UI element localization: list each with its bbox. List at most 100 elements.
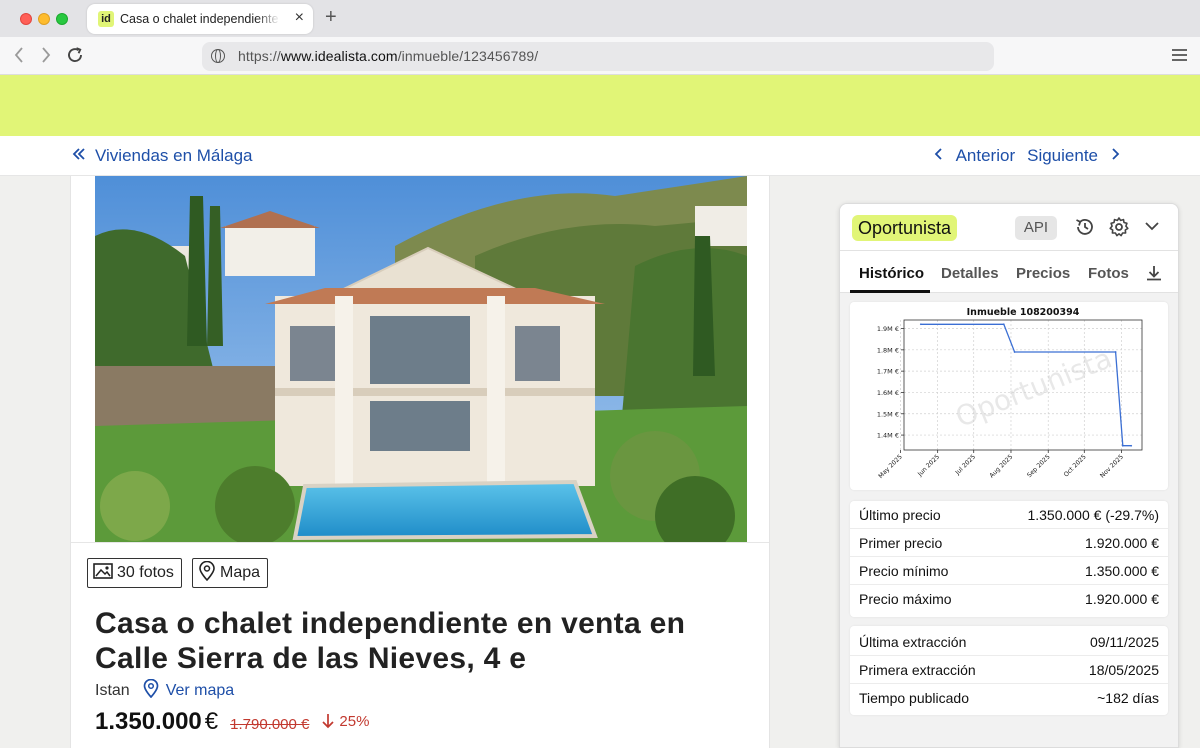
browser-toolbar: https://www.idealista.com/inmueble/12345… — [0, 37, 1200, 75]
chart-title: Inmueble 108200394 — [967, 307, 1080, 318]
price-summary-card: Último precio 1.350.000 € (-29.7%) Prime… — [850, 501, 1168, 617]
extraction-row-published: Tiempo publicado ~182 días — [850, 684, 1168, 712]
back-to-search-link[interactable]: Viviendas en Málaga — [72, 146, 253, 166]
arrow-down-icon — [322, 714, 334, 729]
history-icon[interactable] — [1074, 216, 1096, 243]
price-point — [1130, 444, 1133, 447]
price-history-chart: Inmueble 108200394 Oportunista 1.4M € 1.5M … — [850, 302, 1168, 490]
chevron-left-icon[interactable] — [934, 146, 944, 166]
x-tick-label: Nov 2025 — [1099, 453, 1125, 479]
api-button[interactable]: API — [1015, 216, 1057, 240]
price-row: 1.350.000 € 1.790.000 € 25% — [95, 708, 369, 736]
town-label: Istan — [95, 682, 130, 699]
hamburger-menu-icon[interactable] — [1172, 49, 1187, 61]
map-pin-icon — [198, 560, 216, 586]
browser-tab[interactable]: id Casa o chalet independiente en venta … — [87, 4, 313, 34]
forward-arrow-icon[interactable] — [40, 46, 52, 67]
listing-navigation: Viviendas en Málaga Anterior Siguiente — [0, 136, 1200, 176]
price-history-chart-svg: Inmueble 108200394 Oportunista 1.4M € 1.5M … — [877, 307, 1143, 480]
previous-price: 1.790.000 € — [230, 716, 310, 733]
panel-tabs: Histórico Detalles Precios Fotos — [840, 251, 1178, 293]
extraction-row-first: Primera extracción 18/05/2025 — [850, 656, 1168, 684]
y-tick-label: 1.5M € — [877, 410, 899, 418]
summary-row-last-price: Último precio 1.350.000 € (-29.7%) — [850, 501, 1168, 529]
extraction-value: ~182 días — [1097, 690, 1159, 706]
tab-precios[interactable]: Precios — [1016, 265, 1070, 282]
extraction-label: Primera extracción — [859, 662, 976, 678]
summary-label: Último precio — [859, 507, 941, 523]
x-tick-label: Sep 2025 — [1026, 453, 1052, 479]
y-tick-label: 1.7M € — [877, 368, 899, 376]
photos-button[interactable]: 30 fotos — [87, 558, 182, 588]
panel-header: Oportunista API — [840, 204, 1178, 251]
extraction-label: Tiempo publicado — [859, 690, 969, 706]
y-tick-label: 1.8M € — [877, 346, 899, 354]
download-icon[interactable] — [1145, 264, 1163, 287]
extraction-info-card: Última extracción 09/11/2025 Primera ext… — [850, 626, 1168, 715]
x-tick-label: Aug 2025 — [988, 453, 1014, 479]
zoom-window-button[interactable] — [56, 13, 68, 25]
extraction-label: Última extracción — [859, 634, 967, 650]
extraction-value: 18/05/2025 — [1088, 662, 1159, 678]
map-button[interactable]: Mapa — [192, 558, 269, 588]
url-text[interactable]: https://www.idealista.com/inmueble/12345… — [238, 48, 538, 64]
y-tick-label: 1.4M € — [877, 432, 899, 440]
price-point — [1013, 351, 1016, 353]
summary-label: Precio máximo — [859, 591, 952, 607]
price-point — [1114, 351, 1117, 353]
reload-icon[interactable] — [66, 46, 84, 68]
tab-title: Casa o chalet independiente en venta en … — [120, 12, 280, 26]
gear-icon[interactable] — [1108, 216, 1130, 243]
see-map-link[interactable]: Ver mapa — [166, 682, 234, 700]
address-bar[interactable]: https://www.idealista.com/inmueble/12345… — [202, 42, 994, 71]
globe-icon — [211, 49, 225, 63]
summary-value: 1.350.000 € (-29.7%) — [1027, 507, 1159, 523]
divider — [71, 542, 769, 543]
tab-fotos[interactable]: Fotos — [1088, 265, 1129, 282]
property-main-photo[interactable] — [95, 176, 747, 542]
brand-logo: Oportunista — [852, 215, 958, 241]
close-window-button[interactable] — [20, 13, 32, 25]
price-point — [1121, 444, 1124, 447]
chevron-right-icon[interactable] — [1110, 146, 1120, 166]
listing-title: Casa o chalet independiente en venta en … — [95, 607, 686, 675]
tab-historico[interactable]: Histórico — [859, 265, 924, 282]
summary-row-min-price: Precio mínimo 1.350.000 € — [850, 557, 1168, 585]
summary-label: Precio mínimo — [859, 563, 949, 579]
y-tick-label: 1.6M € — [877, 389, 899, 397]
tab-close-icon[interactable]: × — [295, 10, 304, 26]
summary-value: 1.350.000 € — [1085, 563, 1159, 579]
location-pin-icon — [143, 678, 159, 703]
idealista-favicon-icon: id — [98, 11, 114, 27]
price-point — [919, 323, 922, 326]
listing-card: 30 fotos Mapa Casa o chalet independient… — [70, 176, 770, 748]
minimize-window-button[interactable] — [38, 13, 50, 25]
x-tick-label: Oct 2025 — [1063, 453, 1088, 478]
summary-row-max-price: Precio máximo 1.920.000 € — [850, 585, 1168, 613]
image-icon — [93, 562, 113, 585]
summary-value: 1.920.000 € — [1085, 535, 1159, 551]
summary-label: Primer precio — [859, 535, 943, 551]
extraction-row-last: Última extracción 09/11/2025 — [850, 628, 1168, 656]
summary-row-first-price: Primer precio 1.920.000 € — [850, 529, 1168, 557]
new-tab-button[interactable]: + — [325, 7, 337, 27]
current-price: 1.350.000 € — [95, 708, 219, 735]
extraction-value: 09/11/2025 — [1089, 634, 1159, 650]
next-listing-link[interactable]: Siguiente — [1027, 146, 1098, 166]
back-arrow-icon[interactable] — [13, 46, 25, 67]
tab-detalles[interactable]: Detalles — [941, 265, 999, 282]
active-tab-indicator — [850, 290, 930, 293]
map-label: Mapa — [220, 564, 261, 581]
price-drop-badge: 25% — [321, 713, 369, 730]
summary-value: 1.920.000 € — [1085, 591, 1159, 607]
oportunista-panel: Oportunista API Histórico Detalles Preci… — [839, 203, 1179, 748]
previous-listing-link[interactable]: Anterior — [956, 146, 1016, 166]
price-drop-percent: 25% — [339, 712, 370, 730]
photos-count-label: 30 fotos — [117, 564, 174, 581]
price-point — [1002, 323, 1005, 326]
back-link-label: Viviendas en Málaga — [95, 146, 253, 165]
site-header-banner — [0, 75, 1200, 136]
y-tick-label: 1.9M € — [877, 325, 899, 333]
chevron-down-icon[interactable] — [1144, 219, 1160, 238]
x-tick-label: Jun 2025 — [916, 453, 941, 478]
